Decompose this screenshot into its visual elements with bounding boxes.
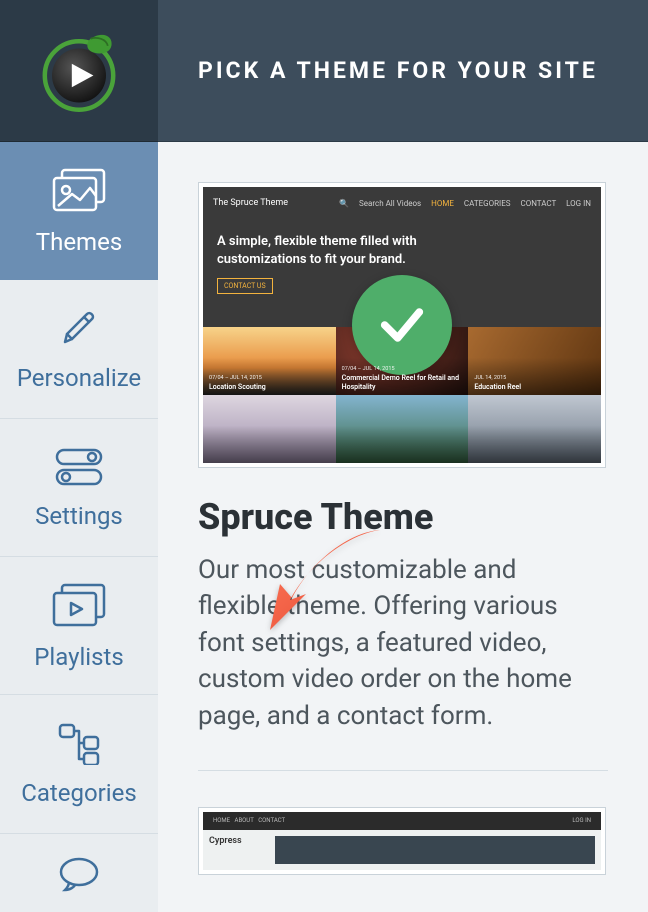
header: PICK A THEME FOR YOUR SITE (158, 0, 648, 142)
selected-check-icon (352, 275, 452, 375)
theme-description: Our most customizable and flexible theme… (198, 552, 598, 734)
playlists-icon (50, 581, 108, 629)
preview-nav-links: 🔍 Search All Videos HOME CATEGORIES CONT… (331, 199, 591, 208)
sidebar-item-themes[interactable]: Themes (0, 142, 158, 280)
theme-title: Spruce Theme (198, 496, 608, 538)
sidebar-item-label: Themes (36, 228, 122, 256)
sidebar-item-personalize[interactable]: Personalize (0, 280, 158, 418)
preview-brand: The Spruce Theme (213, 198, 288, 208)
preview-hero-headline: A simple, flexible theme filled with cus… (217, 233, 437, 268)
top-bar: PICK A THEME FOR YOUR SITE (0, 0, 648, 142)
themes-icon (50, 166, 108, 214)
theme-card-spruce[interactable]: The Spruce Theme 🔍 Search All Videos HOM… (198, 182, 608, 734)
sidebar-item-label: Personalize (17, 364, 141, 392)
sidebar-item-label: Playlists (34, 643, 124, 671)
preview-cta: CONTACT US (217, 278, 273, 294)
sidebar-item-settings[interactable]: Settings (0, 419, 158, 557)
sidebar-item-categories[interactable]: Categories (0, 695, 158, 833)
content-area: The Spruce Theme 🔍 Search All Videos HOM… (158, 142, 648, 912)
preview-mockup: HOME ABOUT CONTACT LOG IN Cypress (203, 812, 601, 870)
app-logo[interactable] (34, 26, 124, 116)
sitemap-icon (54, 721, 104, 765)
toggles-icon (53, 444, 105, 488)
theme-preview[interactable]: The Spruce Theme 🔍 Search All Videos HOM… (198, 182, 606, 468)
theme-card-cypress[interactable]: HOME ABOUT CONTACT LOG IN Cypress (198, 807, 608, 875)
preview-brand: Cypress (209, 836, 242, 846)
sidebar-item-label: Categories (21, 779, 137, 807)
sidebar: Themes Personalize Settin (0, 142, 158, 912)
sidebar-item-extra[interactable] (0, 834, 158, 912)
chat-icon (57, 854, 101, 894)
logo-cell (0, 0, 158, 142)
theme-preview[interactable]: HOME ABOUT CONTACT LOG IN Cypress (198, 807, 606, 875)
page-title: PICK A THEME FOR YOUR SITE (198, 57, 598, 84)
pencil-icon (57, 306, 101, 350)
sidebar-item-label: Settings (35, 502, 123, 530)
sidebar-item-playlists[interactable]: Playlists (0, 557, 158, 695)
divider (198, 770, 608, 771)
